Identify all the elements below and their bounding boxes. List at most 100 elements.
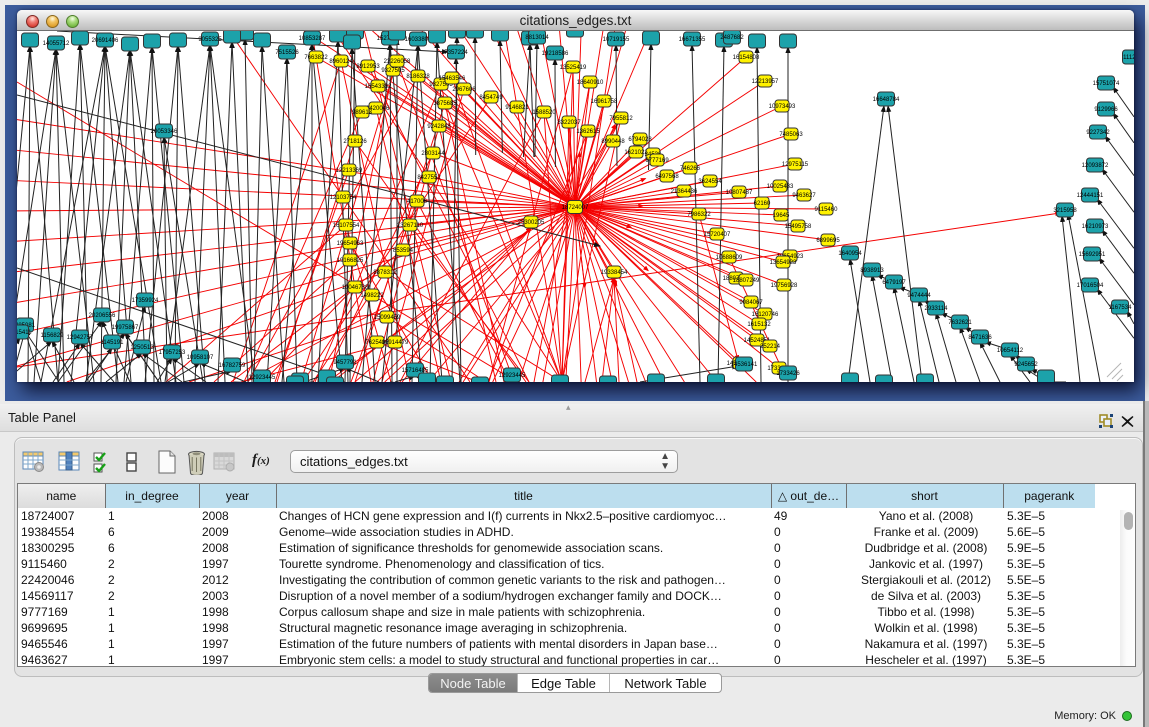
svg-text:10807487: 10807487 xyxy=(726,190,753,196)
svg-text:21364436: 21364436 xyxy=(671,189,698,195)
svg-text:18807249: 18807249 xyxy=(733,278,760,284)
svg-text:9474444: 9474444 xyxy=(907,293,931,299)
svg-text:62160: 62160 xyxy=(754,201,771,207)
svg-text:12444151: 12444151 xyxy=(1077,193,1104,199)
svg-text:9245652: 9245652 xyxy=(1014,362,1038,368)
svg-text:19218586: 19218586 xyxy=(542,51,569,57)
svg-text:1588520: 1588520 xyxy=(532,110,556,116)
svg-text:10654112: 10654112 xyxy=(997,348,1024,354)
svg-text:12923445: 12923445 xyxy=(499,373,526,379)
svg-text:19338454: 19338454 xyxy=(601,270,628,276)
svg-text:1498222: 1498222 xyxy=(360,293,384,299)
svg-text:13525419: 13525419 xyxy=(560,65,587,71)
svg-text:6479197: 6479197 xyxy=(882,280,906,286)
svg-text:23226058: 23226058 xyxy=(384,59,411,65)
svg-text:13267110: 13267110 xyxy=(397,223,424,229)
svg-text:16914479: 16914479 xyxy=(382,340,409,346)
svg-text:1250513: 1250513 xyxy=(130,345,154,351)
svg-text:16107554: 16107554 xyxy=(333,223,360,229)
svg-text:15692951: 15692951 xyxy=(1079,252,1106,258)
svg-text:7955812: 7955812 xyxy=(609,116,633,122)
svg-text:7515526: 7515526 xyxy=(275,50,299,56)
svg-text:9055325: 9055325 xyxy=(198,37,222,43)
svg-text:8960124: 8960124 xyxy=(329,59,353,65)
svg-text:2933114: 2933114 xyxy=(925,306,949,312)
svg-text:8186328: 8186328 xyxy=(406,74,430,80)
svg-text:9463627: 9463627 xyxy=(792,193,816,199)
svg-text:1145191: 1145191 xyxy=(101,340,125,346)
svg-text:8813014: 8813014 xyxy=(525,35,549,41)
svg-text:7357224: 7357224 xyxy=(444,50,468,56)
svg-text:11123: 11123 xyxy=(1123,55,1134,61)
svg-text:10025433: 10025433 xyxy=(767,184,794,190)
svg-text:2718126: 2718126 xyxy=(343,139,367,145)
svg-text:19975867: 19975867 xyxy=(112,325,139,331)
svg-text:9115460: 9115460 xyxy=(815,207,839,213)
svg-text:19166825: 19166825 xyxy=(337,258,364,264)
svg-text:12093872: 12093872 xyxy=(1082,163,1109,169)
svg-text:16671355: 16671355 xyxy=(679,37,706,43)
svg-text:9129966: 9129966 xyxy=(1094,107,1118,113)
svg-text:3915411: 3915411 xyxy=(17,330,32,336)
svg-text:12923445: 12923445 xyxy=(249,375,276,381)
svg-text:16033809: 16033809 xyxy=(405,37,432,43)
svg-text:417006: 417006 xyxy=(407,199,428,205)
svg-text:8471636: 8471636 xyxy=(968,335,992,341)
svg-text:10688609: 10688609 xyxy=(716,255,743,261)
svg-text:746266: 746266 xyxy=(680,166,701,172)
svg-text:6794028: 6794028 xyxy=(628,137,652,143)
svg-text:252214: 252214 xyxy=(760,344,781,350)
svg-text:1362615: 1362615 xyxy=(576,129,600,135)
svg-text:2487682: 2487682 xyxy=(720,35,744,41)
svg-text:9327505: 9327505 xyxy=(381,68,405,74)
svg-text:2967608: 2967608 xyxy=(452,87,476,93)
svg-text:16782759: 16782759 xyxy=(219,363,246,369)
svg-text:18724007: 18724007 xyxy=(562,205,589,211)
svg-text:8912953: 8912953 xyxy=(356,64,380,70)
svg-text:1167534: 1167534 xyxy=(1109,305,1133,311)
svg-text:15751074: 15751074 xyxy=(1093,81,1120,87)
svg-text:12213369: 12213369 xyxy=(336,168,363,174)
svg-text:15463546: 15463546 xyxy=(439,76,466,82)
svg-text:6899695: 6899695 xyxy=(816,238,840,244)
svg-text:20206556: 20206556 xyxy=(89,313,116,319)
svg-text:3215958: 3215958 xyxy=(1053,208,1077,214)
svg-text:19645: 19645 xyxy=(773,213,790,219)
svg-text:20053346: 20053346 xyxy=(151,129,178,135)
svg-text:25300205: 25300205 xyxy=(518,220,545,226)
svg-text:989613: 989613 xyxy=(352,110,373,116)
svg-text:8454749: 8454749 xyxy=(479,95,503,101)
svg-text:1156829: 1156829 xyxy=(41,333,65,339)
svg-text:9227342: 9227342 xyxy=(1086,130,1110,136)
svg-text:12942757: 12942757 xyxy=(67,335,94,341)
svg-text:7632621: 7632621 xyxy=(948,320,972,326)
svg-text:9777169: 9777169 xyxy=(645,158,669,164)
svg-text:9084067: 9084067 xyxy=(739,300,763,306)
svg-text:6497568: 6497568 xyxy=(655,174,679,180)
svg-text:17957253: 17957253 xyxy=(159,350,186,356)
svg-text:7485063: 7485063 xyxy=(779,132,803,138)
svg-text:1615132: 1615132 xyxy=(747,322,771,328)
svg-text:17016504: 17016504 xyxy=(1077,283,1104,289)
svg-text:10853287: 10853287 xyxy=(299,36,326,42)
svg-text:16961758: 16961758 xyxy=(591,99,618,105)
svg-text:3875685: 3875685 xyxy=(433,101,457,107)
svg-text:9146821: 9146821 xyxy=(505,105,529,111)
svg-text:2803144: 2803144 xyxy=(421,151,445,157)
svg-text:8878312: 8878312 xyxy=(373,270,397,276)
svg-text:3624554: 3624554 xyxy=(698,179,722,185)
svg-text:19756928: 19756928 xyxy=(771,283,798,289)
svg-text:20691406: 20691406 xyxy=(92,38,119,44)
svg-text:10719155: 10719155 xyxy=(603,37,630,43)
svg-text:8322037: 8322037 xyxy=(557,120,581,126)
svg-text:16648784: 16648784 xyxy=(873,97,900,103)
svg-text:10973493: 10973493 xyxy=(769,104,796,110)
svg-text:9242848: 9242848 xyxy=(427,124,451,130)
svg-text:7663822: 7663822 xyxy=(304,55,328,61)
svg-text:15099459: 15099459 xyxy=(374,315,401,321)
svg-text:15720407: 15720407 xyxy=(704,232,731,238)
svg-text:8938913: 8938913 xyxy=(860,268,884,274)
svg-text:16120746: 16120746 xyxy=(752,312,779,318)
svg-text:15495758: 15495758 xyxy=(785,224,812,230)
svg-text:8990448: 8990448 xyxy=(601,139,625,145)
